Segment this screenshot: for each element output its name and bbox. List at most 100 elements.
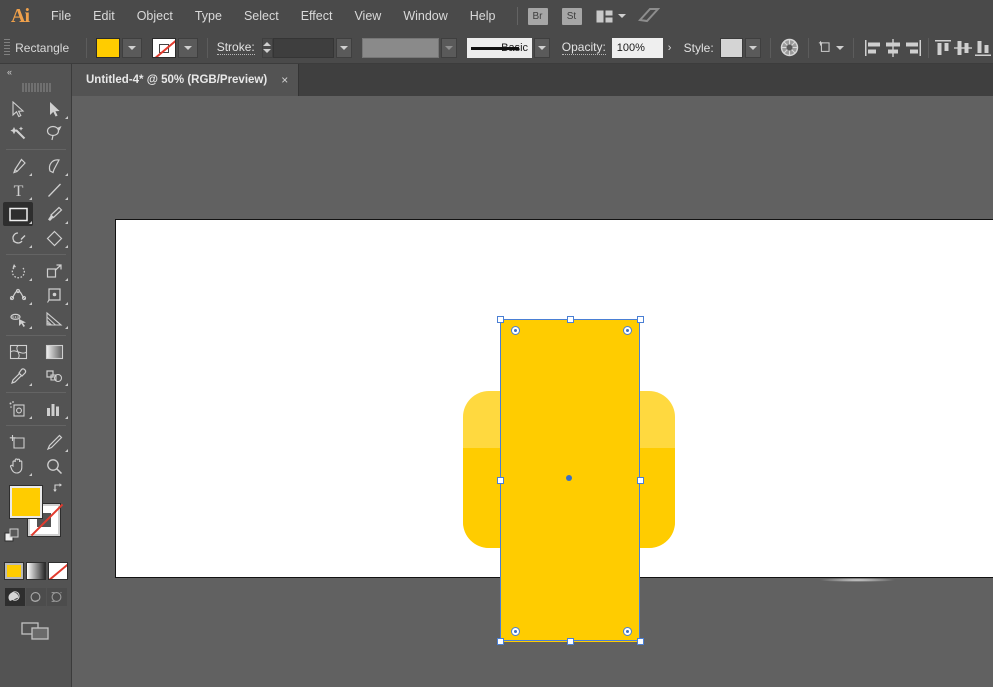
menu-item-file[interactable]: File	[40, 0, 82, 32]
transform-button[interactable]	[818, 36, 844, 60]
none-swatch-button[interactable]	[48, 562, 68, 580]
tool-hand[interactable]	[0, 454, 36, 478]
tool-slice[interactable]	[36, 430, 72, 454]
selection-handle-bottom-left[interactable]	[497, 638, 504, 645]
menu-item-window[interactable]: Window	[392, 0, 458, 32]
selection-handle-top-left[interactable]	[497, 316, 504, 323]
selection-handle-bottom-center[interactable]	[567, 638, 574, 645]
selection-handle-top-right[interactable]	[637, 316, 644, 323]
tool-symbol-sprayer[interactable]	[0, 397, 36, 421]
style-dropdown-button[interactable]	[745, 38, 761, 58]
brush-dropdown-button[interactable]	[534, 38, 550, 58]
tool-shaper[interactable]	[0, 226, 36, 250]
stroke-weight-dropdown-button[interactable]	[336, 38, 352, 58]
selection-handle-bottom-right[interactable]	[637, 638, 644, 645]
tool-type[interactable]: T	[0, 178, 36, 202]
stroke-swatch[interactable]	[152, 38, 176, 58]
anchor-point-top-left[interactable]	[511, 326, 520, 335]
stroke-weight-stepper[interactable]	[262, 38, 273, 58]
align-right-button[interactable]	[903, 36, 923, 60]
stroke-dropdown-button[interactable]	[178, 38, 198, 58]
tool-gradient[interactable]	[36, 340, 72, 364]
tool-free-transform[interactable]	[36, 283, 72, 307]
opacity-options-button[interactable]: ›	[663, 38, 675, 58]
panel-grip-icon[interactable]	[4, 39, 10, 57]
graphic-style-swatch[interactable]	[720, 38, 743, 58]
tool-perspective-grid[interactable]	[36, 307, 72, 331]
swap-fill-stroke-icon[interactable]	[52, 482, 66, 497]
arrange-documents-button[interactable]	[596, 10, 626, 23]
tool-magic-wand[interactable]	[0, 121, 36, 145]
tool-direct-selection[interactable]	[36, 97, 72, 121]
opacity-input[interactable]: 100%	[612, 38, 664, 58]
search-adobe-button[interactable]	[638, 7, 660, 26]
tool-rotate[interactable]	[0, 259, 36, 283]
tool-paintbrush[interactable]	[36, 202, 72, 226]
toolbar-fill-swatch[interactable]	[10, 486, 42, 518]
tool-eyedropper[interactable]	[0, 364, 36, 388]
recolor-artwork-button[interactable]	[780, 36, 800, 60]
document-tab[interactable]: Untitled-4* @ 50% (RGB/Preview) ×	[72, 64, 299, 96]
tool-mesh[interactable]	[0, 340, 36, 364]
stroke-label[interactable]: Stroke:	[217, 40, 255, 55]
stroke-weight-input[interactable]	[273, 38, 335, 58]
align-left-button[interactable]	[863, 36, 883, 60]
stock-button[interactable]: St	[562, 8, 582, 25]
selection-handle-middle-right[interactable]	[637, 477, 644, 484]
stroke-color-control[interactable]	[152, 38, 198, 58]
hand-tool-icon	[9, 457, 27, 475]
menu-item-view[interactable]: View	[343, 0, 392, 32]
tool-lasso[interactable]	[36, 121, 72, 145]
align-horizontal-center-button[interactable]	[883, 36, 903, 60]
menu-item-object[interactable]: Object	[126, 0, 184, 32]
tool-column-graph[interactable]	[36, 397, 72, 421]
gradient-swatch-button[interactable]	[26, 562, 46, 580]
align-top-button[interactable]	[933, 36, 953, 60]
draw-normal-button[interactable]	[5, 588, 25, 606]
bridge-button[interactable]: Br	[528, 8, 548, 25]
fill-control[interactable]	[96, 38, 142, 58]
opacity-label[interactable]: Opacity:	[562, 40, 606, 55]
variable-width-profile-input[interactable]	[362, 38, 439, 58]
menu-item-select[interactable]: Select	[233, 0, 290, 32]
draw-inside-button[interactable]	[47, 588, 67, 606]
anchor-point-top-right[interactable]	[623, 326, 632, 335]
tool-eraser[interactable]	[36, 226, 72, 250]
variable-width-dropdown-button[interactable]	[441, 38, 457, 58]
tool-line-segment[interactable]	[36, 178, 72, 202]
tool-shape-builder[interactable]	[0, 307, 36, 331]
canvas-area[interactable]	[72, 96, 993, 687]
close-icon[interactable]: ×	[281, 73, 288, 87]
change-screen-mode-button[interactable]	[0, 620, 71, 642]
tool-blend[interactable]	[36, 364, 72, 388]
tool-pen[interactable]	[0, 154, 36, 178]
selection-handle-middle-left[interactable]	[497, 477, 504, 484]
fill-dropdown-button[interactable]	[122, 38, 142, 58]
menu-item-type[interactable]: Type	[184, 0, 233, 32]
anchor-point-bottom-left[interactable]	[511, 627, 520, 636]
brush-definition-select[interactable]: Basic	[467, 38, 532, 58]
anchor-point-bottom-right[interactable]	[623, 627, 632, 636]
tool-width[interactable]	[0, 283, 36, 307]
collapse-toolbar-button[interactable]: «	[0, 64, 71, 80]
align-bottom-button[interactable]	[973, 36, 993, 60]
tool-selection[interactable]	[0, 97, 36, 121]
menu-item-edit[interactable]: Edit	[82, 0, 126, 32]
menu-item-effect[interactable]: Effect	[290, 0, 344, 32]
tool-rectangle[interactable]	[0, 202, 36, 226]
tool-curvature[interactable]	[36, 154, 72, 178]
stepper-down-icon[interactable]	[263, 49, 271, 53]
tool-artboard[interactable]	[0, 430, 36, 454]
toolbar-grip-icon[interactable]	[21, 81, 51, 93]
tool-scale[interactable]	[36, 259, 72, 283]
default-fill-stroke-icon[interactable]	[4, 528, 21, 548]
align-vertical-center-button[interactable]	[953, 36, 973, 60]
fill-swatch[interactable]	[96, 38, 120, 58]
selection-handle-top-center[interactable]	[567, 316, 574, 323]
color-swatch-button[interactable]	[4, 562, 24, 580]
lasso-tool-icon	[46, 125, 63, 142]
menu-item-help[interactable]: Help	[459, 0, 507, 32]
stepper-up-icon[interactable]	[263, 42, 271, 46]
draw-behind-button[interactable]	[26, 588, 46, 606]
tool-zoom[interactable]	[36, 454, 72, 478]
